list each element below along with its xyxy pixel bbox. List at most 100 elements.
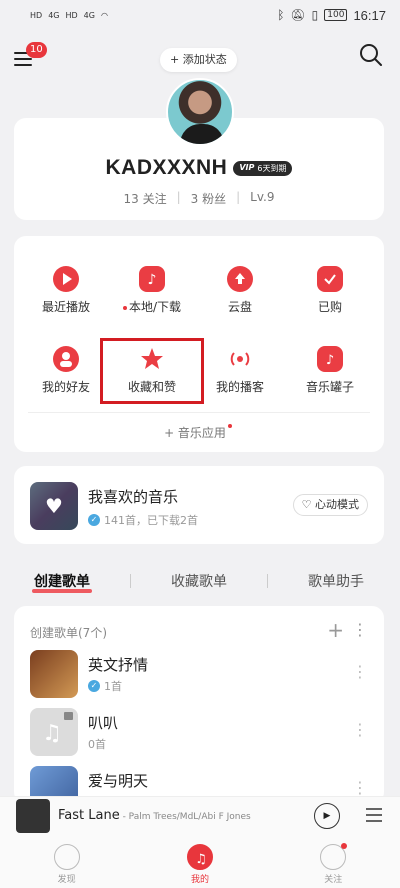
playlist-cover bbox=[30, 650, 78, 698]
more-icon[interactable]: ⋮ bbox=[352, 720, 368, 739]
divider: | bbox=[236, 190, 241, 204]
follow-count[interactable]: 13 关注 bbox=[124, 190, 167, 207]
vip-expiry: 6天到期 bbox=[257, 163, 287, 173]
top-bar: 10 + 添加状态 bbox=[0, 38, 400, 78]
avatar[interactable] bbox=[166, 78, 234, 146]
nav-label: 发现 bbox=[57, 875, 76, 885]
status-bar: HD 4G HD 4G ◠ ᛒ 🔕︎ ▯ 100 16:17 bbox=[0, 0, 400, 30]
divider bbox=[267, 574, 268, 588]
notification-dot bbox=[341, 843, 348, 849]
music-app-label: + 音乐应用 bbox=[164, 426, 226, 440]
divider bbox=[130, 574, 131, 588]
vibrate-icon: ▯ bbox=[311, 8, 319, 22]
svg-text:♫: ♫ bbox=[42, 721, 62, 746]
grid-item-cloud[interactable]: 云盘 bbox=[200, 266, 280, 336]
bluetooth-icon: ᛒ bbox=[277, 8, 285, 22]
music-jar-icon: ♪ bbox=[317, 346, 343, 372]
signal-label-2: 4G bbox=[48, 10, 60, 20]
svg-text:♪: ♪ bbox=[148, 272, 157, 288]
grid-item-local[interactable]: ♪ 本地/下载 bbox=[112, 266, 192, 336]
music-note-icon: ♪ bbox=[139, 266, 165, 292]
list-item[interactable]: 英文抒情 ✓ 1首 ⋮ bbox=[14, 650, 384, 702]
playlist-subtitle: 0首 bbox=[88, 736, 106, 752]
list-item[interactable]: ♫ 叭叭 0首 ⋮ bbox=[14, 708, 384, 760]
download-check-icon: ✓ bbox=[88, 514, 100, 526]
liked-music-count: 141首，已下载2首 bbox=[104, 514, 198, 527]
more-icon[interactable]: ⋮ bbox=[352, 662, 368, 681]
download-check-icon: ✓ bbox=[88, 680, 100, 692]
now-playing-cover bbox=[16, 799, 50, 833]
new-dot bbox=[227, 424, 232, 428]
username-row: KADXXXNH VIP 6天到期 bbox=[14, 156, 384, 180]
menu-badge: 10 bbox=[26, 42, 47, 58]
divider bbox=[28, 412, 370, 413]
menu-icon-line bbox=[14, 64, 32, 66]
tab-assistant[interactable]: 歌单助手 bbox=[308, 571, 364, 591]
people-icon bbox=[320, 843, 348, 870]
grid-label: 音乐罐子 bbox=[305, 380, 354, 394]
discover-icon bbox=[53, 844, 80, 870]
grid-item-recent[interactable]: 最近播放 bbox=[26, 266, 106, 336]
vip-badge[interactable]: VIP 6天到期 bbox=[233, 160, 293, 176]
add-status-button[interactable]: + 添加状态 bbox=[160, 48, 237, 72]
username[interactable]: KADXXXNH bbox=[106, 156, 228, 180]
broadcast-icon bbox=[227, 346, 253, 372]
avatar-shirt bbox=[180, 124, 224, 144]
nav-discover[interactable]: 发现 bbox=[37, 836, 97, 888]
playlist-title: 爱与明天 bbox=[88, 772, 149, 790]
svg-text:♫: ♫ bbox=[195, 852, 207, 867]
grid-label: 本地/下载 bbox=[112, 298, 192, 315]
divider: | bbox=[176, 190, 181, 204]
playlist-count: 0首 bbox=[88, 738, 106, 751]
grid-item-friends[interactable]: 我的好友 bbox=[26, 346, 106, 416]
music-note-icon: ♫ bbox=[186, 844, 213, 870]
level[interactable]: Lv.9 bbox=[250, 190, 274, 207]
more-icon[interactable]: ⋮ bbox=[352, 620, 368, 639]
nav-label: 我的 bbox=[190, 875, 209, 885]
playlist-header: 创建歌单(7个) bbox=[30, 626, 107, 640]
playlist-title: 叭叭 bbox=[88, 714, 119, 732]
now-playing-title: Fast Lane bbox=[58, 808, 120, 823]
playlist-subtitle: ✓ 1首 bbox=[88, 678, 122, 694]
vip-mark: VIP bbox=[239, 162, 255, 172]
now-playing-text: Fast Lane - Palm Trees/MdL/Abi F Jones bbox=[58, 808, 251, 823]
signal-label-4: 4G bbox=[83, 10, 95, 20]
signal-label-3: HD bbox=[65, 10, 78, 20]
cloud-upload-icon bbox=[227, 266, 253, 292]
grid-item-music-jar[interactable]: ♪ 音乐罐子 bbox=[290, 346, 370, 416]
battery-indicator: 100 bbox=[324, 9, 348, 21]
new-dot bbox=[122, 305, 127, 310]
queue-icon[interactable] bbox=[364, 805, 384, 825]
now-playing-artist: - Palm Trees/MdL/Abi F Jones bbox=[119, 812, 251, 822]
play-button[interactable]: ▶ bbox=[314, 803, 340, 829]
music-app-button[interactable]: + 音乐应用 bbox=[14, 424, 384, 441]
heart-mode-button[interactable]: ♡ 心动模式 bbox=[292, 494, 368, 516]
add-playlist-icon[interactable]: + bbox=[327, 618, 344, 642]
stats-row: 13 关注 | 3 粉丝 | Lv.9 bbox=[14, 190, 384, 207]
grid-label: 最近播放 bbox=[41, 300, 90, 314]
status-right: ᛒ 🔕︎ ▯ 100 16:17 bbox=[277, 8, 386, 23]
more-icon[interactable]: ⋮ bbox=[352, 778, 368, 797]
wifi-icon: ◠ bbox=[100, 10, 108, 20]
nav-mine[interactable]: ♫ 我的 bbox=[170, 836, 230, 888]
mini-player[interactable]: Fast Lane - Palm Trees/MdL/Abi F Jones ▶ bbox=[0, 796, 400, 836]
grid-item-podcast[interactable]: 我的播客 bbox=[200, 346, 280, 416]
shortcut-grid: 最近播放 ♪ 本地/下载 云盘 已购 我的好友 收藏和赞 我的播客 ♪ 音乐罐子… bbox=[14, 236, 384, 452]
grid-label: 云盘 bbox=[227, 300, 252, 314]
grid-item-purchased[interactable]: 已购 bbox=[290, 266, 370, 336]
tab-collected[interactable]: 收藏歌单 bbox=[171, 571, 227, 591]
menu-button[interactable]: 10 bbox=[14, 42, 47, 70]
fans-count[interactable]: 3 粉丝 bbox=[191, 190, 226, 207]
grid-label: 我的播客 bbox=[215, 380, 264, 394]
grid-label: 我的好友 bbox=[41, 380, 90, 394]
liked-music-card[interactable]: ♥ 我喜欢的音乐 ✓ 141首，已下载2首 ♡ 心动模式 bbox=[14, 466, 384, 544]
playlist-tabs: 创建歌单 收藏歌单 歌单助手 bbox=[14, 566, 384, 596]
search-icon[interactable] bbox=[358, 42, 384, 68]
liked-music-subtitle: ✓ 141首，已下载2首 bbox=[88, 512, 198, 528]
play-icon bbox=[53, 266, 79, 292]
tab-created[interactable]: 创建歌单 bbox=[32, 571, 92, 593]
nav-follow[interactable]: 关注 bbox=[303, 836, 363, 888]
shopping-bag-icon bbox=[317, 266, 343, 292]
playlist-cover: ♫ bbox=[30, 708, 78, 756]
nav-label: 关注 bbox=[324, 875, 343, 885]
